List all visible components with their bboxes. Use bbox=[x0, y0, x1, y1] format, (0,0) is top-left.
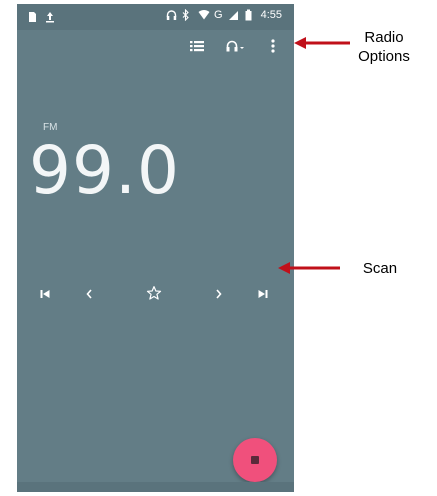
wifi-icon bbox=[198, 9, 210, 21]
favorite-button[interactable] bbox=[140, 280, 168, 310]
more-options-button[interactable] bbox=[262, 36, 284, 60]
playback-controls bbox=[17, 280, 294, 310]
battery-icon bbox=[245, 9, 255, 21]
star-icon bbox=[146, 285, 162, 306]
frequency-display: 99.0 bbox=[29, 132, 180, 209]
station-list-icon bbox=[190, 39, 204, 57]
headset-icon bbox=[226, 39, 244, 57]
seek-previous-station-button[interactable] bbox=[31, 280, 59, 310]
status-time: 4:55 bbox=[260, 9, 282, 21]
station-list-button[interactable] bbox=[186, 36, 208, 60]
more-options-icon bbox=[271, 38, 275, 58]
headset-icon bbox=[166, 9, 177, 21]
phone-screen: G 4:55 FM 99.0 bbox=[17, 4, 294, 492]
navigation-bar bbox=[17, 482, 294, 492]
sim-icon bbox=[27, 10, 37, 22]
radio-options-line-2: Options bbox=[358, 48, 410, 65]
network-type-label: G bbox=[214, 9, 223, 21]
scan-annotation: Scan bbox=[362, 260, 398, 277]
radio-toolbar bbox=[186, 36, 284, 60]
skip-next-icon bbox=[258, 286, 268, 304]
stop-radio-button[interactable] bbox=[233, 438, 277, 482]
cell-signal-icon bbox=[228, 9, 239, 21]
chevron-right-icon bbox=[216, 286, 222, 304]
upload-icon bbox=[45, 10, 55, 23]
audio-output-button[interactable] bbox=[224, 36, 246, 60]
skip-previous-icon bbox=[40, 286, 50, 304]
tune-up-button[interactable] bbox=[205, 280, 233, 310]
bluetooth-icon bbox=[182, 8, 192, 22]
radio-options-annotation: Radio Options bbox=[338, 28, 430, 66]
chevron-left-icon bbox=[86, 286, 92, 304]
seek-next-station-button[interactable] bbox=[249, 280, 277, 310]
scan-arrow bbox=[278, 262, 340, 274]
radio-options-line-1: Radio bbox=[364, 29, 404, 46]
tune-down-button[interactable] bbox=[75, 280, 103, 310]
stop-icon bbox=[251, 456, 259, 464]
status-bar: G 4:55 bbox=[17, 4, 294, 30]
